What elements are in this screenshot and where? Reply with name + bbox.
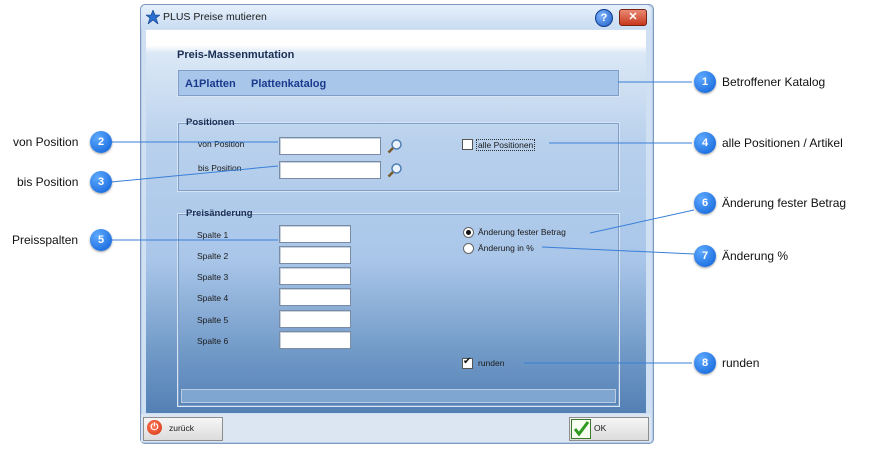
callout-5-text: Preisspalten <box>12 233 79 247</box>
callout-8-text: runden <box>722 356 760 370</box>
callout-4-text: alle Positionen / Artikel <box>722 136 843 150</box>
callout-7-text: Änderung % <box>722 249 789 263</box>
annotation-lines <box>110 81 695 364</box>
callout-6-badge: 6 <box>694 192 716 214</box>
callout-2-text: von Position <box>13 135 79 149</box>
callout-6-text: Änderung fester Betrag <box>722 196 847 210</box>
callout-5-badge: 5 <box>90 229 112 251</box>
callout-3-text: bis Position <box>17 175 79 189</box>
callout-8-badge: 8 <box>694 352 716 374</box>
callout-7-badge: 7 <box>694 245 716 267</box>
callout-2-badge: 2 <box>90 131 112 153</box>
callout-1-text: Betroffener Katalog <box>722 75 826 89</box>
callout-4-badge: 4 <box>694 132 716 154</box>
callout-3-badge: 3 <box>90 171 112 193</box>
callout-1-badge: 1 <box>694 71 716 93</box>
